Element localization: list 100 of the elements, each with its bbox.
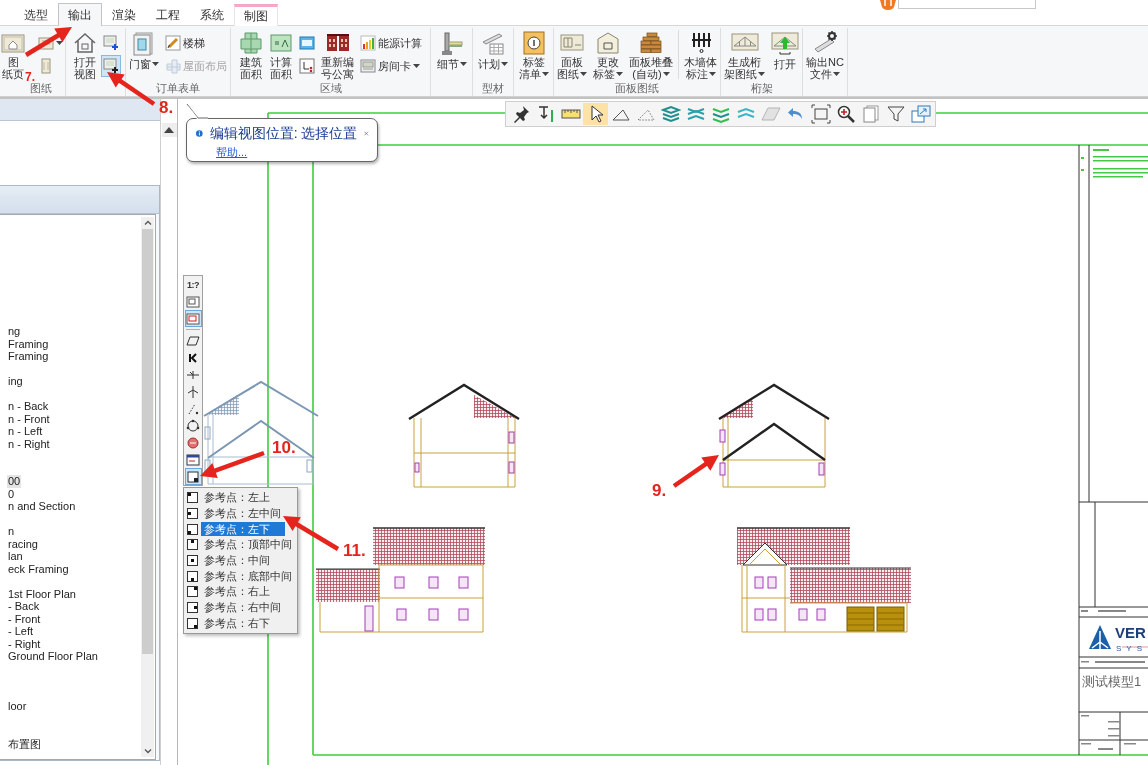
ribbon-button[interactable]: 木墙体 标注 bbox=[682, 28, 719, 81]
tree-item[interactable]: lan bbox=[7, 550, 24, 563]
tree-item[interactable]: racing bbox=[7, 537, 39, 550]
tree-item[interactable]: - Front bbox=[7, 612, 42, 625]
ribbon-button[interactable]: 建筑 面积 bbox=[237, 28, 265, 81]
ribbon-tab[interactable]: 系统 bbox=[190, 4, 234, 26]
group-label: 面板图纸 bbox=[614, 81, 660, 96]
tree-item[interactable]: - Right bbox=[7, 637, 42, 650]
tree-item[interactable]: 布置图 bbox=[7, 737, 42, 750]
ribbon-button[interactable]: 计算 面积 bbox=[267, 28, 295, 81]
project-name: 测试模型1 bbox=[1082, 674, 1142, 690]
ribbon-button[interactable]: 更改 标签 bbox=[591, 28, 625, 81]
ribbon-button[interactable]: 计划 bbox=[476, 28, 510, 81]
tree-item[interactable]: ing bbox=[7, 375, 24, 388]
tree-item[interactable]: eck Framing bbox=[7, 562, 70, 575]
ribbon-button[interactable]: 房间卡 bbox=[358, 55, 424, 77]
layers-icon bbox=[660, 104, 681, 124]
close-icon[interactable] bbox=[364, 128, 369, 138]
bricks-icon bbox=[639, 31, 663, 55]
tree-item[interactable]: 00 bbox=[7, 475, 22, 488]
ribbon-button[interactable]: 面板堆叠 (自动) bbox=[627, 28, 675, 81]
anchor-point-icon bbox=[187, 602, 198, 614]
fit-frame-icon bbox=[810, 104, 831, 124]
tree-item[interactable]: ng bbox=[7, 325, 22, 338]
tree-item[interactable]: loor bbox=[7, 700, 28, 713]
tree-item[interactable]: n and Section bbox=[7, 500, 77, 513]
tree-item[interactable]: 1st Floor Plan bbox=[7, 587, 77, 600]
ribbon-button[interactable]: 能源计算 bbox=[358, 32, 424, 54]
anchor-point-icon bbox=[187, 508, 198, 520]
ribbon-button[interactable]: 重新编 号公寓 bbox=[319, 28, 356, 81]
tooltip-message: 编辑视图位置: 选择位置 bbox=[209, 124, 358, 142]
pencil-icon bbox=[165, 35, 181, 51]
collapse-button[interactable] bbox=[161, 123, 177, 137]
ribbon-button[interactable]: 楼梯 bbox=[163, 32, 229, 54]
menu-item[interactable]: 参考点：左上 bbox=[201, 490, 285, 505]
anchor-point-icon bbox=[187, 523, 198, 535]
ribbon-tab[interactable]: 渲染 bbox=[102, 4, 146, 26]
menu-item[interactable]: 参考点：底部中间 bbox=[201, 569, 295, 584]
tree-item[interactable]: Framing bbox=[7, 337, 50, 350]
ribbon-button[interactable]: 细节 bbox=[434, 28, 469, 81]
tree-item[interactable]: 0 bbox=[7, 487, 16, 500]
tree-item[interactable]: n - Front bbox=[7, 412, 51, 425]
ribbon-button[interactable]: 面板 图纸 bbox=[555, 28, 589, 81]
window-icon bbox=[186, 311, 200, 326]
tree-item[interactable]: Framing bbox=[7, 350, 50, 363]
ribbon-tab[interactable]: 输出 bbox=[58, 3, 102, 26]
menu-item[interactable]: 参考点：左中间 bbox=[201, 506, 285, 521]
ribbon-button[interactable]: 输出NC 文件 bbox=[804, 28, 846, 81]
tree-item[interactable]: Ground Floor Plan bbox=[7, 650, 99, 663]
group-label: 订单表单 bbox=[155, 81, 201, 96]
toolbar-button[interactable] bbox=[184, 451, 202, 468]
tree-item[interactable]: - Back bbox=[7, 600, 41, 613]
area-icon bbox=[269, 31, 293, 55]
menu-item[interactable]: 参考点：右中间 bbox=[201, 600, 285, 615]
tree-item[interactable]: n - Back bbox=[7, 400, 50, 413]
ribbon-tab[interactable]: 工程 bbox=[146, 4, 190, 26]
caret-icon bbox=[56, 41, 63, 45]
card-icon bbox=[360, 58, 376, 74]
tree-item[interactable]: n bbox=[7, 525, 16, 538]
triangle-logo-icon bbox=[1089, 625, 1111, 649]
help-link[interactable]: 帮助... bbox=[216, 146, 248, 159]
menu-item[interactable]: 参考点：右上 bbox=[201, 584, 285, 599]
window-export-icon bbox=[910, 104, 931, 124]
corner-icon bbox=[299, 58, 315, 74]
ribbon-tab[interactable]: 选型 bbox=[14, 4, 58, 26]
scrollbar[interactable] bbox=[141, 217, 154, 757]
input-field[interactable] bbox=[898, 0, 1036, 9]
scrollbar-thumb[interactable] bbox=[142, 229, 153, 654]
tree-item[interactable]: n - Left bbox=[7, 425, 44, 438]
scale-button[interactable]: 1:? bbox=[184, 276, 202, 293]
ribbon-button[interactable]: 打开 视图 bbox=[70, 28, 99, 81]
group-label: 区域 bbox=[318, 81, 343, 96]
menu-item[interactable]: 参考点：右下 bbox=[201, 616, 285, 631]
caret-icon bbox=[616, 72, 623, 76]
ribbon-tab[interactable]: 制图 bbox=[234, 4, 278, 26]
minus-disc-icon bbox=[186, 435, 200, 450]
toolbar-button[interactable] bbox=[184, 417, 202, 434]
panel-icon bbox=[38, 58, 54, 74]
anchor-point-icon bbox=[187, 539, 198, 551]
ribbon-button[interactable]: 标签 清单 bbox=[516, 28, 551, 81]
caret-icon bbox=[580, 72, 587, 76]
bar-chevron-icon bbox=[186, 350, 200, 365]
menu-item[interactable]: 参考点：左下 bbox=[201, 522, 285, 537]
ribbon-button[interactable]: 门窗 bbox=[127, 28, 161, 81]
menu-item[interactable]: 参考点：顶部中间 bbox=[201, 537, 295, 552]
tree-item[interactable]: n - Right bbox=[7, 437, 51, 450]
annotation-number: 10. bbox=[272, 439, 296, 457]
tool-button[interactable] bbox=[583, 103, 608, 125]
caret-icon bbox=[708, 72, 716, 76]
caret-icon bbox=[758, 72, 765, 76]
menu-item[interactable]: 参考点：中间 bbox=[201, 553, 285, 568]
caret-icon bbox=[459, 62, 467, 66]
zoom-in-icon bbox=[835, 104, 856, 124]
tree-item[interactable]: - Left bbox=[7, 625, 35, 638]
ribbon-button[interactable]: 生成桁 架图纸 bbox=[722, 28, 767, 81]
window-icon bbox=[186, 452, 200, 467]
window-icon bbox=[186, 294, 200, 309]
toolbar-button[interactable] bbox=[184, 468, 202, 485]
ribbon-button[interactable]: 打开 bbox=[769, 28, 801, 81]
filter-icon bbox=[885, 104, 906, 124]
